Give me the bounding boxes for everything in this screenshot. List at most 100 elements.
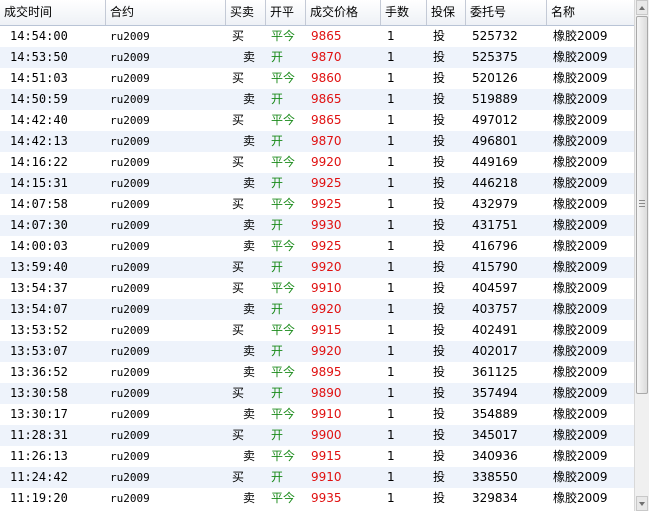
table-row[interactable]: 13:53:52 ru2009 买 平今 9915 1 投 402491 橡胶2009 — [0, 320, 634, 341]
table-row[interactable]: 13:59:40 ru2009 买 开 9920 1 投 415790 橡胶2009 — [0, 257, 634, 278]
contract-cell: ru2009 — [110, 240, 150, 253]
contract-cell: ru2009 — [110, 156, 150, 169]
hedge-cell: 投 — [433, 449, 446, 463]
quantity-cell: 1 — [387, 50, 395, 64]
table-row[interactable]: 13:30:58 ru2009 买 开 9890 1 投 357494 橡胶2009 — [0, 383, 634, 404]
hedge-cell: 投 — [433, 29, 446, 43]
table-row[interactable]: 14:07:58 ru2009 买 平今 9925 1 投 432979 橡胶2009 — [0, 194, 634, 215]
quantity-cell: 1 — [387, 470, 395, 484]
quantity-cell: 1 — [387, 323, 395, 337]
trade-time-cell: 13:53:52 — [10, 323, 68, 337]
table-row[interactable]: 14:00:03 ru2009 卖 平今 9925 1 投 416796 橡胶2009 — [0, 236, 634, 257]
order-id-cell: 520126 — [472, 71, 518, 85]
order-id-cell: 329834 — [472, 491, 518, 505]
offset-cell: 开 — [271, 428, 284, 442]
table-row[interactable]: 13:54:07 ru2009 卖 开 9920 1 投 403757 橡胶2009 — [0, 299, 634, 320]
side-cell: 卖 — [243, 218, 256, 232]
trade-time-cell: 14:15:31 — [10, 176, 68, 190]
contract-cell: ru2009 — [110, 135, 150, 148]
scroll-down-arrow-icon — [639, 502, 645, 506]
price-cell: 9895 — [311, 365, 342, 379]
contract-cell: ru2009 — [110, 429, 150, 442]
contract-cell: ru2009 — [110, 282, 150, 295]
quantity-cell: 1 — [387, 260, 395, 274]
price-cell: 9920 — [311, 260, 342, 274]
vertical-scrollbar[interactable] — [634, 0, 649, 511]
order-id-cell: 361125 — [472, 365, 518, 379]
hedge-cell: 投 — [433, 407, 446, 421]
offset-cell: 开 — [271, 344, 284, 358]
hedge-cell: 投 — [433, 302, 446, 316]
table-row[interactable]: 13:53:07 ru2009 卖 开 9920 1 投 402017 橡胶2009 — [0, 341, 634, 362]
trade-records-grid: 成交时间 合约 买卖 开平 成交价格 手数 投保 委托号 名称 14:54:00… — [0, 0, 634, 511]
side-cell: 买 — [232, 29, 245, 43]
contract-cell: ru2009 — [110, 366, 150, 379]
table-row[interactable]: 11:24:42 ru2009 买 开 9910 1 投 338550 橡胶2009 — [0, 467, 634, 488]
column-header-hedge[interactable]: 投保 — [427, 0, 466, 25]
column-header-name[interactable]: 名称 — [547, 0, 634, 25]
column-header-side[interactable]: 买卖 — [226, 0, 266, 25]
scrollbar-thumb[interactable] — [636, 16, 648, 394]
instrument-name-cell: 橡胶2009 — [553, 134, 608, 148]
instrument-name-cell: 橡胶2009 — [553, 302, 608, 316]
quantity-cell: 1 — [387, 92, 395, 106]
contract-cell: ru2009 — [110, 303, 150, 316]
hedge-cell: 投 — [433, 197, 446, 211]
table-row[interactable]: 13:36:52 ru2009 卖 平今 9895 1 投 361125 橡胶2009 — [0, 362, 634, 383]
scroll-down-button[interactable] — [636, 496, 648, 511]
table-row[interactable]: 14:42:40 ru2009 买 平今 9865 1 投 497012 橡胶2009 — [0, 110, 634, 131]
table-row[interactable]: 14:07:30 ru2009 卖 开 9930 1 投 431751 橡胶2009 — [0, 215, 634, 236]
order-id-cell: 403757 — [472, 302, 518, 316]
side-cell: 卖 — [243, 491, 256, 505]
contract-cell: ru2009 — [110, 114, 150, 127]
table-row[interactable]: 11:19:20 ru2009 卖 平今 9935 1 投 329834 橡胶2009 — [0, 488, 634, 509]
order-id-cell: 357494 — [472, 386, 518, 400]
hedge-cell: 投 — [433, 71, 446, 85]
instrument-name-cell: 橡胶2009 — [553, 344, 608, 358]
instrument-name-cell: 橡胶2009 — [553, 176, 608, 190]
grid-body: 14:54:00 ru2009 买平今 9865 1 投 525732 橡胶2009 14:53… — [0, 26, 634, 509]
contract-cell: ru2009 — [110, 345, 150, 358]
scroll-up-button[interactable] — [636, 0, 648, 15]
quantity-cell: 1 — [387, 239, 395, 253]
price-cell: 9920 — [311, 344, 342, 358]
order-id-cell: 497012 — [472, 113, 518, 127]
instrument-name-cell: 橡胶2009 — [553, 281, 608, 295]
trade-time-cell: 13:36:52 — [10, 365, 68, 379]
column-header-qty[interactable]: 手数 — [381, 0, 427, 25]
instrument-name-cell: 橡胶2009 — [553, 491, 608, 505]
table-row[interactable]: 14:50:59 ru2009 卖 开 9865 1 投 519889 橡胶2009 — [0, 89, 634, 110]
contract-cell: ru2009 — [110, 30, 150, 43]
table-row[interactable]: 13:54:37 ru2009 买 平今 9910 1 投 404597 橡胶2009 — [0, 278, 634, 299]
table-row[interactable]: 13:30:17 ru2009 卖 平今 9910 1 投 354889 橡胶2009 — [0, 404, 634, 425]
side-cell: 买 — [232, 113, 245, 127]
trade-time-cell: 11:26:13 — [10, 449, 68, 463]
column-header-contract[interactable]: 合约 — [106, 0, 226, 25]
contract-cell: ru2009 — [110, 408, 150, 421]
column-header-time[interactable]: 成交时间 — [0, 0, 106, 25]
column-header-order-id[interactable]: 委托号 — [466, 0, 547, 25]
side-cell: 卖 — [243, 239, 256, 253]
instrument-name-cell: 橡胶2009 — [553, 386, 608, 400]
table-row[interactable]: 14:42:13 ru2009 卖 开 9870 1 投 496801 橡胶2009 — [0, 131, 634, 152]
price-cell: 9910 — [311, 407, 342, 421]
quantity-cell: 1 — [387, 155, 395, 169]
price-cell: 9915 — [311, 323, 342, 337]
table-row[interactable]: 14:54:00 ru2009 买 平今 9865 1 投 525732 橡胶2009 — [0, 26, 634, 47]
contract-cell: ru2009 — [110, 198, 150, 211]
instrument-name-cell: 橡胶2009 — [553, 260, 608, 274]
quantity-cell: 1 — [387, 365, 395, 379]
hedge-cell: 投 — [433, 239, 446, 253]
grid-header: 成交时间 合约 买卖 开平 成交价格 手数 投保 委托号 名称 — [0, 0, 634, 26]
table-row[interactable]: 14:51:03 ru2009 买 平今 9860 1 投 520126 橡胶2009 — [0, 68, 634, 89]
trade-time-cell: 14:51:03 — [10, 71, 68, 85]
column-header-offset[interactable]: 开平 — [266, 0, 306, 25]
table-row[interactable]: 14:53:50 ru2009 卖 开 9870 1 投 525375 橡胶2009 — [0, 47, 634, 68]
side-cell: 卖 — [243, 50, 256, 64]
column-header-price[interactable]: 成交价格 — [306, 0, 381, 25]
table-row[interactable]: 11:26:13 ru2009 卖 平今 9915 1 投 340936 橡胶2009 — [0, 446, 634, 467]
price-cell: 9870 — [311, 134, 342, 148]
table-row[interactable]: 11:28:31 ru2009 买 开 9900 1 投 345017 橡胶2009 — [0, 425, 634, 446]
table-row[interactable]: 14:15:31 ru2009 卖 开 9925 1 投 446218 橡胶2009 — [0, 173, 634, 194]
table-row[interactable]: 14:16:22 ru2009 买 平今 9920 1 投 449169 橡胶2009 — [0, 152, 634, 173]
